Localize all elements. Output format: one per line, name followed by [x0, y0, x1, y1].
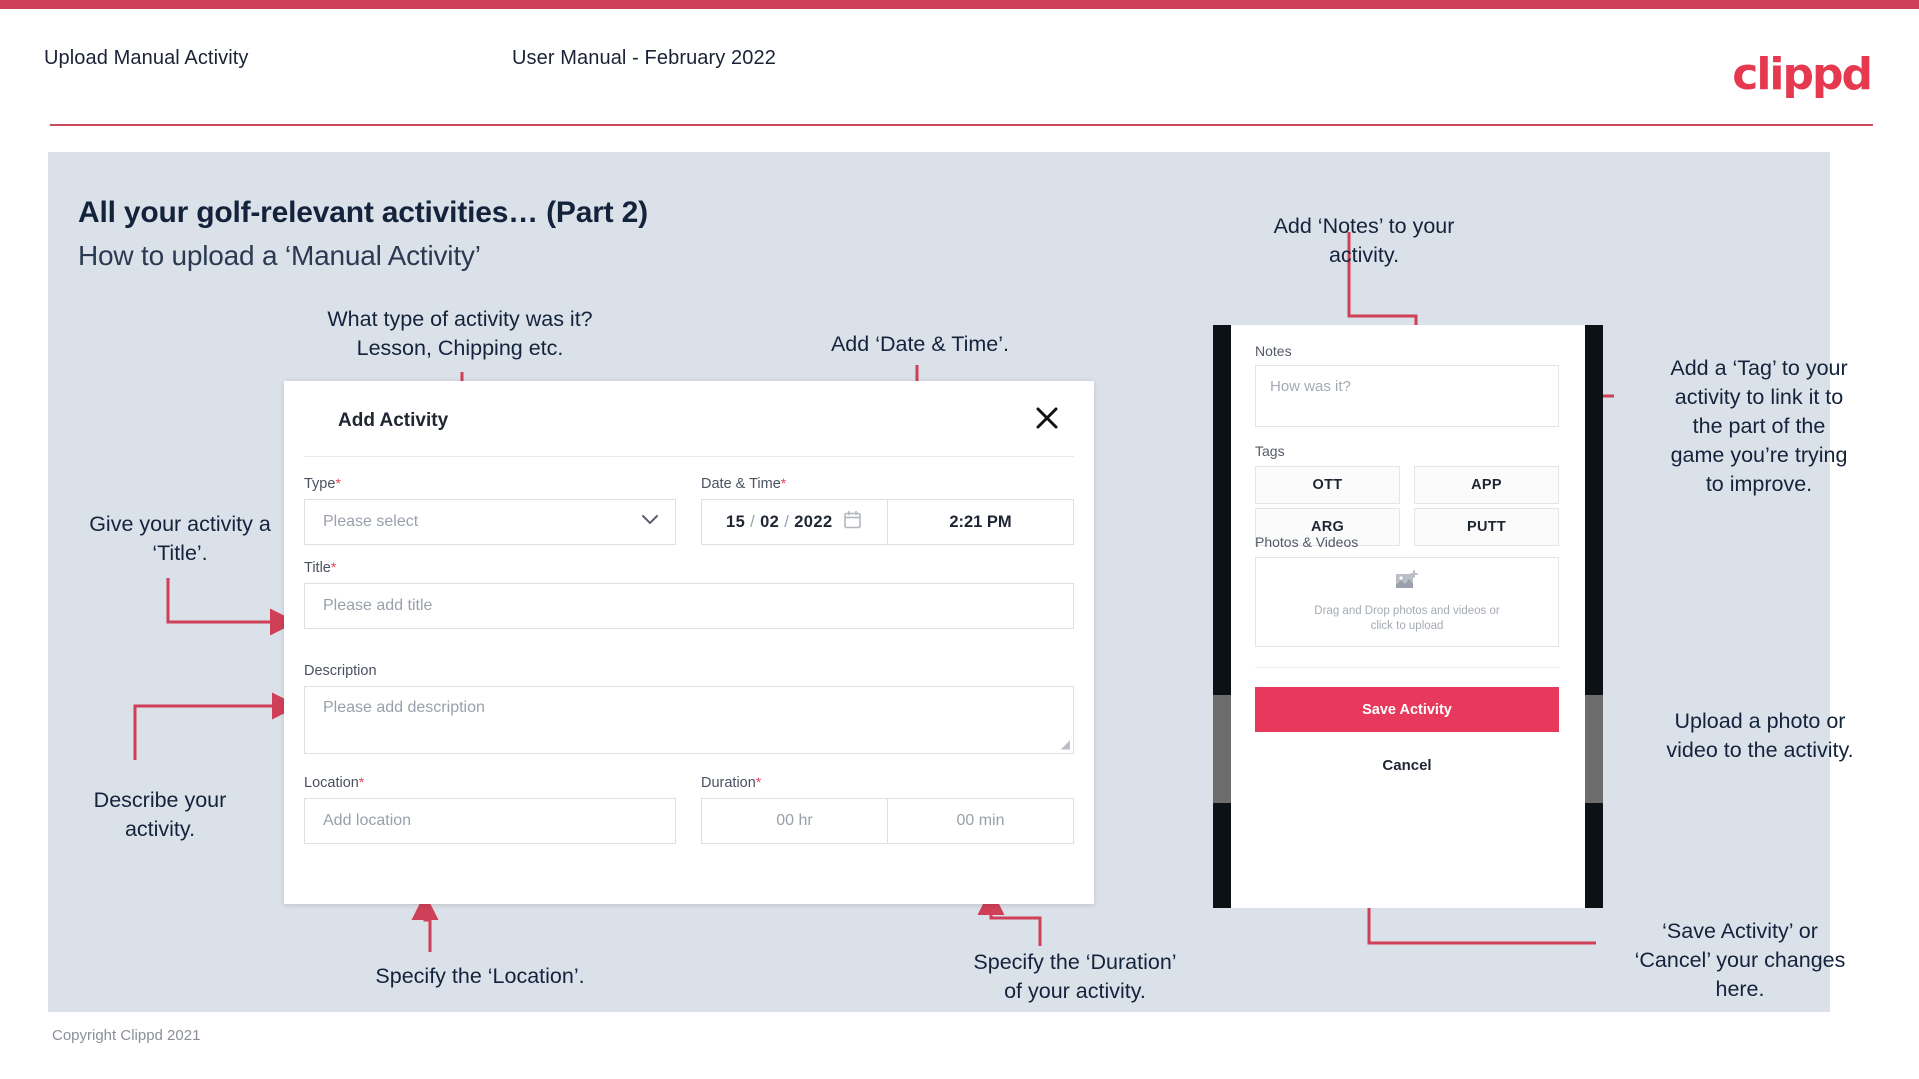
time-value: 2:21 PM — [949, 512, 1012, 531]
type-select[interactable]: Please select — [304, 499, 676, 545]
phone-frame-right-accent — [1585, 695, 1603, 803]
annotation-save: ‘Save Activity’ or ‘Cancel’ your changes h… — [1634, 919, 1846, 1001]
annotation-notes: Add ‘Notes’ to your activity. — [1273, 214, 1455, 267]
phone-frame-right — [1585, 325, 1603, 908]
chevron-down-icon — [641, 513, 659, 531]
annotation-tags: Add a ‘Tag’ to your activity to link it t… — [1670, 356, 1848, 496]
tag-ott[interactable]: OTT — [1255, 466, 1400, 504]
duration-minutes-input[interactable]: 00 min — [888, 798, 1074, 844]
photo-upload-dropzone[interactable]: Drag and Drop photos and videos or click… — [1255, 557, 1559, 647]
save-activity-button[interactable]: Save Activity — [1255, 687, 1559, 732]
cancel-button[interactable]: Cancel — [1255, 750, 1559, 780]
notes-placeholder: How was it? — [1270, 378, 1351, 395]
location-required-mark: * — [358, 774, 365, 790]
date-input[interactable]: 15 / 02 / 2022 — [701, 499, 888, 545]
type-placeholder: Please select — [323, 513, 419, 530]
date-month: 02 — [760, 512, 780, 531]
notes-textarea[interactable]: How was it? — [1255, 365, 1559, 427]
description-placeholder: Please add description — [323, 699, 485, 716]
duration-hours-input[interactable]: 00 hr — [701, 798, 888, 844]
slide-title-secondary: How to upload a ‘Manual Activity’ — [78, 240, 481, 271]
phone-mockup: Notes How was it? Tags OTT APP ARG PUTT … — [1213, 325, 1603, 908]
header-left-title: Upload Manual Activity — [44, 47, 249, 69]
annotation-upload: Upload a photo or video to the activity. — [1666, 709, 1854, 762]
close-icon[interactable] — [1030, 401, 1064, 435]
duration-label-text: Duration — [701, 775, 756, 791]
upload-instruction: Drag and Drop photos and videos or click… — [1314, 604, 1499, 634]
type-label-text: Type — [304, 476, 336, 492]
upload-line-1: Drag and Drop photos and videos or — [1314, 605, 1500, 617]
top-accent-bar — [0, 0, 1919, 9]
annotation-description: Describe your activity. — [93, 788, 227, 841]
time-input[interactable]: 2:21 PM — [888, 499, 1074, 545]
title-label: Title* — [304, 559, 336, 576]
upload-line-2: click to upload — [1370, 620, 1444, 632]
tag-putt[interactable]: PUTT — [1414, 508, 1559, 546]
dialog-divider — [304, 456, 1074, 457]
tag-app[interactable]: APP — [1414, 466, 1559, 504]
phone-screen: Notes How was it? Tags OTT APP ARG PUTT … — [1231, 325, 1585, 908]
datetime-required-mark: * — [780, 475, 787, 491]
resize-grip-icon[interactable]: ◢ — [1061, 737, 1070, 751]
annotation-duration: Specify the ‘Duration’ of your activity. — [973, 950, 1177, 1003]
clippd-logo: clippd — [1732, 49, 1873, 100]
location-input[interactable]: Add location — [304, 798, 676, 844]
annotation-title: Give your activity a ‘Title’. — [89, 512, 271, 565]
duration-minutes-value: 00 min — [956, 812, 1005, 829]
annotation-datetime: Add ‘Date & Time’. — [830, 332, 1010, 356]
add-activity-dialog: Add Activity Type* Please select Date & … — [284, 381, 1094, 904]
location-placeholder: Add location — [323, 812, 412, 829]
duration-label: Duration* — [701, 774, 761, 791]
datetime-label: Date & Time* — [701, 475, 786, 492]
annotation-location: Specify the ‘Location’. — [375, 964, 585, 988]
description-label-text: Description — [304, 663, 377, 679]
type-label: Type* — [304, 475, 341, 492]
title-input[interactable]: Please add title — [304, 583, 1074, 629]
date-value: 15 / 02 / 2022 — [726, 512, 833, 531]
description-label: Description — [304, 663, 377, 679]
tags-label: Tags — [1255, 443, 1285, 459]
header-center-title: User Manual - February 2022 — [512, 47, 776, 69]
date-day: 15 — [726, 512, 746, 531]
datetime-label-text: Date & Time — [701, 476, 781, 492]
header-divider — [50, 124, 1873, 126]
page-header: Upload Manual Activity User Manual - Feb… — [0, 9, 1919, 129]
notes-label: Notes — [1255, 343, 1292, 359]
location-label: Location* — [304, 774, 364, 791]
type-required-mark: * — [335, 475, 341, 491]
photos-videos-label: Photos & Videos — [1255, 534, 1359, 550]
location-label-text: Location — [304, 775, 359, 791]
slide-title-primary: All your golf-relevant activities… (Part… — [78, 196, 648, 229]
duration-required-mark: * — [755, 774, 762, 790]
phone-frame-left-accent — [1213, 695, 1231, 803]
phone-divider — [1255, 667, 1559, 668]
title-label-text: Title — [304, 560, 331, 576]
title-placeholder: Please add title — [323, 597, 433, 614]
title-required-mark: * — [330, 559, 337, 575]
phone-frame-left — [1213, 325, 1231, 908]
annotation-type: What type of activity was it? Lesson, Chi… — [327, 307, 593, 360]
duration-hours-value: 00 hr — [776, 812, 813, 829]
footer-copyright: Copyright Clippd 2021 — [52, 1027, 201, 1044]
dialog-title: Add Activity — [338, 410, 449, 431]
calendar-icon[interactable] — [844, 510, 861, 534]
add-image-icon — [1395, 570, 1419, 597]
description-textarea[interactable]: Please add description ◢ — [304, 686, 1074, 754]
date-year: 2022 — [794, 512, 833, 531]
